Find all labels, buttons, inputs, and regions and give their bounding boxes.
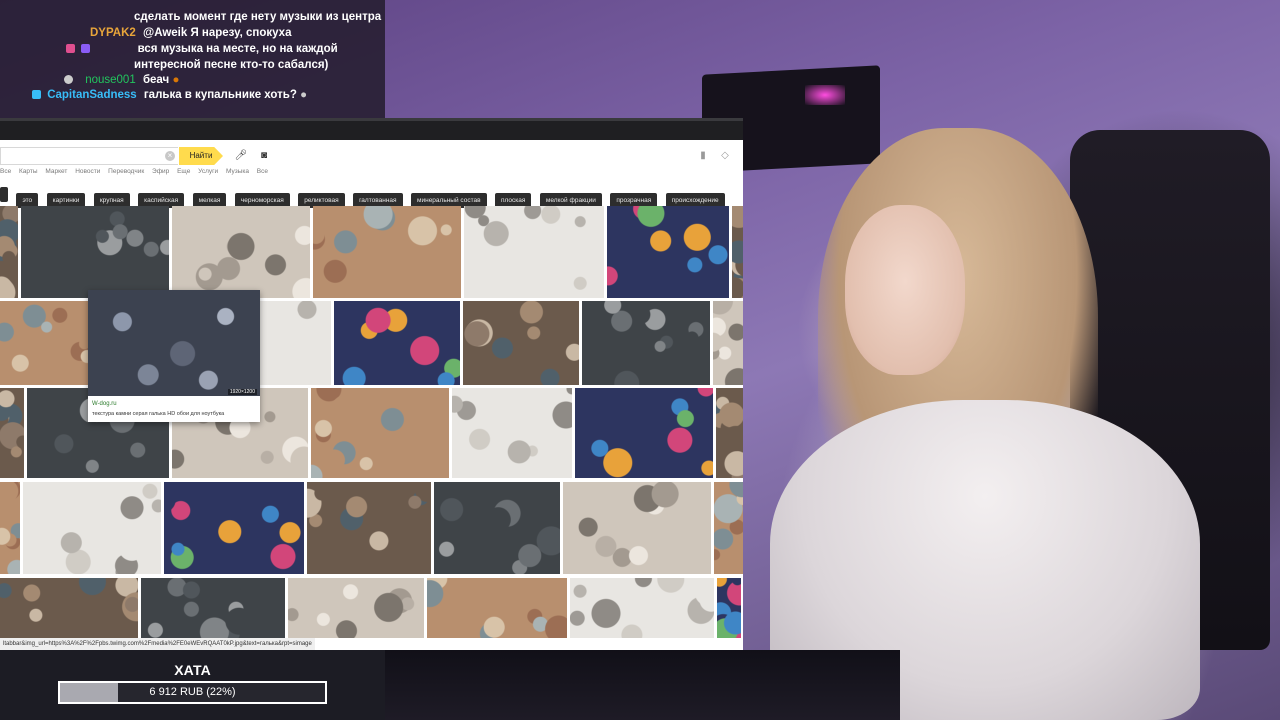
chat-message: сделать момент где нету музыки из центра xyxy=(134,11,381,23)
nav-item-more[interactable]: Еще xyxy=(177,168,190,175)
image-result-tile[interactable] xyxy=(164,482,304,574)
image-preview-card[interactable]: 1920×1200 W-dog.ru текстура камни серая … xyxy=(88,290,260,422)
chat-message-text: галька в купальнике хоть? xyxy=(143,89,297,101)
badge-icon xyxy=(32,90,41,99)
image-result-tile[interactable] xyxy=(0,206,18,298)
tag-chip[interactable] xyxy=(0,187,8,202)
image-result-tile[interactable] xyxy=(716,388,743,478)
image-result-tile[interactable] xyxy=(563,482,711,574)
image-result-tile[interactable] xyxy=(307,482,431,574)
mod-badge-icon xyxy=(81,44,91,53)
search-input[interactable] xyxy=(0,147,178,165)
search-row: × Найти 🎤︎ ◙ ▮ ◇ xyxy=(0,140,743,170)
image-result-tile[interactable] xyxy=(713,301,743,385)
clear-icon[interactable]: × xyxy=(165,151,175,161)
nav-item-music[interactable]: Музыка xyxy=(226,168,249,175)
nav-item-market[interactable]: Маркет xyxy=(45,168,67,175)
chat-message: nouse001 беач ● xyxy=(64,74,179,86)
browser-titlebar xyxy=(0,118,743,140)
refinement-tags: это картинки крупная каспийская мелкая ч… xyxy=(0,187,729,208)
nav-item-maps[interactable]: Карты xyxy=(19,168,38,175)
image-result-tile[interactable] xyxy=(717,578,741,638)
chat-message-text: интересной песне кто-то сабался) xyxy=(134,59,329,71)
image-result-tile[interactable] xyxy=(714,482,743,574)
chat-message-text: беач xyxy=(142,74,170,86)
image-result-tile[interactable] xyxy=(172,206,310,298)
chat-overlay: сделать момент где нету музыки из центра… xyxy=(0,0,385,118)
image-result-tile[interactable] xyxy=(0,388,24,478)
shield-icon[interactable]: ◇ xyxy=(719,150,731,162)
preview-size: 1920×1200 xyxy=(227,389,257,395)
chat-username[interactable]: nouse001 xyxy=(85,74,136,86)
donation-progress-bar: 6 912 RUB (22%) xyxy=(58,681,327,704)
emoji-icon: ● xyxy=(300,89,308,101)
nav-item-all-services[interactable]: Все xyxy=(257,168,268,175)
nav-item-translator[interactable]: Переводчик xyxy=(108,168,144,175)
chat-message: вся музыка на месте, но на каждой xyxy=(66,43,338,55)
preview-caption[interactable]: текстура камни серая галька HD обои для … xyxy=(92,411,224,417)
image-result-tile[interactable] xyxy=(427,578,567,638)
chat-message-text: сделать момент где нету музыки из центра xyxy=(134,11,382,23)
image-result-tile[interactable] xyxy=(0,482,20,574)
image-result-tile[interactable] xyxy=(570,578,714,638)
chat-message-text: @Aweik Я нарезу, спокуха xyxy=(143,27,292,39)
image-result-tile[interactable] xyxy=(732,206,743,298)
search-nav: Все Карты Маркет Новости Переводчик Эфир… xyxy=(0,168,274,180)
image-result-tile[interactable] xyxy=(582,301,710,385)
image-result-tile[interactable] xyxy=(21,206,169,298)
image-result-tile[interactable] xyxy=(452,388,572,478)
camera-icon[interactable]: ◙ xyxy=(257,149,271,163)
image-result-tile[interactable] xyxy=(313,206,461,298)
chat-message: интересной песне кто-то сабался) xyxy=(134,59,328,71)
chat-username[interactable]: DYPAK2 xyxy=(90,27,136,39)
collections-icon[interactable]: ▮ xyxy=(697,150,709,162)
browser-window: × Найти 🎤︎ ◙ ▮ ◇ Все Карты Маркет Новост… xyxy=(0,118,743,650)
image-result-tile[interactable] xyxy=(464,206,604,298)
image-result-tile[interactable] xyxy=(463,301,579,385)
chat-message-text: вся музыка на месте, но на каждой xyxy=(137,43,338,55)
monitor-glow xyxy=(805,85,845,105)
image-result-tile[interactable] xyxy=(141,578,285,638)
find-button[interactable]: Найти xyxy=(179,147,223,165)
titlebar-strip xyxy=(0,118,743,121)
badge-icon xyxy=(64,75,73,84)
sub-badge-icon xyxy=(66,44,75,53)
image-result-tile[interactable] xyxy=(0,301,88,385)
nav-item-news[interactable]: Новости xyxy=(75,168,100,175)
status-url: ltabbar&img_url=https%3A%2F%2Fpbs.twimg.… xyxy=(0,638,315,650)
image-result-tile[interactable] xyxy=(575,388,713,478)
microphone-icon[interactable]: 🎤︎ xyxy=(234,149,248,163)
nav-item-all[interactable]: Все xyxy=(0,168,11,175)
image-result-tile[interactable] xyxy=(311,388,449,478)
image-result-tile[interactable] xyxy=(288,578,424,638)
streamer-face xyxy=(845,205,965,375)
emoji-icon: ● xyxy=(172,74,180,86)
image-result-tile[interactable] xyxy=(334,301,460,385)
donation-progress-text: 6 912 RUB (22%) xyxy=(149,686,236,698)
image-results-grid xyxy=(0,206,743,650)
donation-goal-title: ХАТА xyxy=(174,662,211,678)
image-result-tile[interactable] xyxy=(0,578,138,638)
nav-item-services[interactable]: Услуги xyxy=(198,168,218,175)
image-result-tile[interactable] xyxy=(434,482,560,574)
image-result-tile[interactable] xyxy=(23,482,161,574)
chat-message: CapitanSadness галька в купальнике хоть?… xyxy=(32,89,307,101)
desk xyxy=(380,650,900,720)
chat-username[interactable]: CapitanSadness xyxy=(47,89,136,101)
nav-item-air[interactable]: Эфир xyxy=(152,168,169,175)
chat-message: DYPAK2 @Aweik Я нарезу, спокуха xyxy=(90,27,291,39)
image-result-tile[interactable] xyxy=(607,206,729,298)
preview-image[interactable] xyxy=(88,290,260,396)
preview-domain[interactable]: W-dog.ru xyxy=(92,401,117,407)
